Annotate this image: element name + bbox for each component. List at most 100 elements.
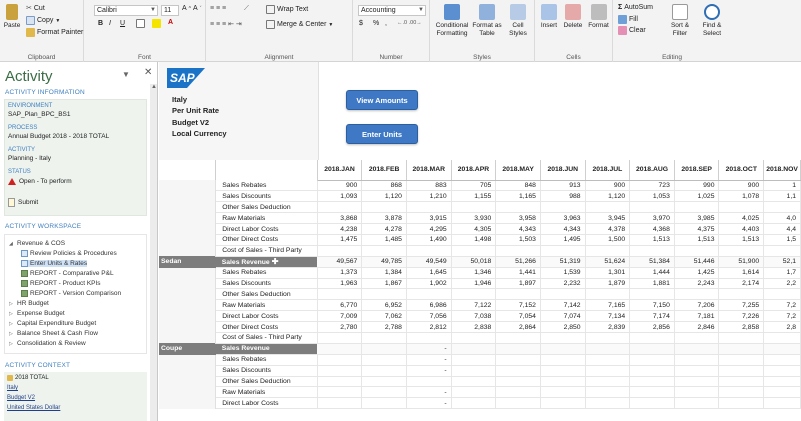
value-cell[interactable]: [317, 201, 363, 214]
value-cell[interactable]: [629, 354, 675, 366]
value-cell[interactable]: [495, 245, 541, 257]
column-header[interactable]: 2018.MAY: [495, 160, 541, 181]
value-cell[interactable]: [451, 397, 497, 410]
value-cell[interactable]: -: [406, 365, 452, 377]
value-cell[interactable]: 1,120: [361, 190, 407, 203]
value-cell[interactable]: 3,963: [540, 212, 586, 225]
value-cell[interactable]: [317, 397, 363, 410]
value-cell[interactable]: 1,053: [629, 190, 675, 203]
column-header[interactable]: 2018.JUL: [585, 160, 631, 181]
value-cell[interactable]: [361, 386, 407, 399]
value-cell[interactable]: 900: [317, 180, 363, 192]
value-cell[interactable]: 2,812: [406, 321, 452, 333]
value-cell[interactable]: 2,856: [629, 321, 675, 333]
value-cell[interactable]: -: [406, 386, 452, 399]
decimal-icon[interactable]: ←.0 .00→: [397, 20, 422, 26]
value-cell[interactable]: 1,879: [585, 278, 631, 290]
value-cell[interactable]: 4,403: [718, 223, 765, 235]
value-cell[interactable]: 1,346: [451, 267, 497, 279]
workspace-tree-item[interactable]: ▷ HR Budget: [9, 300, 49, 307]
column-header[interactable]: 2018.OCT: [718, 160, 765, 181]
underline-button[interactable]: U: [120, 20, 125, 27]
value-cell[interactable]: [495, 201, 541, 214]
value-cell[interactable]: 7,174: [629, 310, 675, 323]
value-cell[interactable]: 1,500: [585, 234, 631, 246]
value-cell[interactable]: 51,446: [674, 256, 720, 268]
value-cell[interactable]: 1,503: [495, 234, 541, 246]
value-cell[interactable]: [361, 354, 407, 366]
value-cell[interactable]: [406, 288, 452, 301]
value-cell[interactable]: 4,238: [317, 223, 363, 235]
value-cell[interactable]: 2,864: [495, 321, 541, 333]
align-left-icon[interactable]: ≡ ≡ ≡ ⇤ ⇥: [210, 20, 242, 28]
value-cell[interactable]: 7,122: [451, 299, 497, 312]
value-cell[interactable]: [317, 288, 363, 301]
column-header[interactable]: 2018.MAR: [406, 160, 452, 181]
value-cell[interactable]: 1,078: [718, 190, 765, 203]
value-cell[interactable]: 7,054: [495, 310, 541, 323]
value-cell[interactable]: 2,839: [585, 321, 631, 333]
value-cell[interactable]: 1,384: [361, 267, 407, 279]
value-cell[interactable]: [540, 386, 586, 399]
paste-button[interactable]: Paste: [3, 4, 21, 30]
value-cell[interactable]: 51,319: [540, 256, 586, 268]
value-cell[interactable]: [718, 386, 765, 399]
value-cell[interactable]: 2,838: [451, 321, 497, 333]
value-cell[interactable]: [451, 343, 497, 355]
workspace-tree-item[interactable]: ◢ Revenue & COS: [9, 240, 65, 247]
value-cell[interactable]: [585, 365, 631, 377]
value-cell[interactable]: [495, 343, 541, 355]
merge-center-button[interactable]: Merge & Center ▼: [266, 20, 333, 29]
copy-button[interactable]: Copy ▼: [26, 16, 60, 25]
value-cell[interactable]: 1,946: [451, 278, 497, 290]
value-cell[interactable]: 7,074: [540, 310, 586, 323]
value-cell[interactable]: 7,2: [763, 299, 801, 312]
format-button[interactable]: Format: [586, 4, 611, 30]
value-cell[interactable]: [451, 288, 497, 301]
cut-button[interactable]: ✂ Cut: [26, 4, 45, 13]
value-cell[interactable]: [495, 332, 541, 344]
value-cell[interactable]: 1,444: [629, 267, 675, 279]
value-cell[interactable]: 1,155: [451, 190, 497, 203]
value-cell[interactable]: [585, 332, 631, 344]
value-cell[interactable]: [585, 245, 631, 257]
value-cell[interactable]: [585, 397, 631, 410]
italic-button[interactable]: I: [109, 20, 111, 27]
value-cell[interactable]: 1,513: [674, 234, 720, 246]
value-cell[interactable]: 4,025: [718, 212, 765, 225]
value-cell[interactable]: [629, 332, 675, 344]
value-cell[interactable]: [317, 376, 363, 388]
value-cell[interactable]: 7,062: [361, 310, 407, 323]
value-cell[interactable]: [585, 376, 631, 388]
value-cell[interactable]: [540, 245, 586, 257]
value-cell[interactable]: 1,210: [406, 190, 452, 203]
value-cell[interactable]: [718, 201, 765, 214]
value-cell[interactable]: [317, 245, 363, 257]
value-cell[interactable]: [585, 288, 631, 301]
close-icon[interactable]: ✕: [144, 67, 152, 78]
pane-scrollbar[interactable]: ▲: [150, 84, 157, 421]
value-cell[interactable]: 1,301: [585, 267, 631, 279]
value-cell[interactable]: [674, 397, 720, 410]
value-cell[interactable]: [629, 245, 675, 257]
value-cell[interactable]: 1,645: [406, 267, 452, 279]
value-cell[interactable]: 900: [585, 180, 631, 192]
workspace-tree-item[interactable]: ▷ Capital Expenditure Budget: [9, 320, 96, 327]
value-cell[interactable]: 7,152: [495, 299, 541, 312]
format-painter-button[interactable]: Format Painter: [26, 28, 83, 37]
value-cell[interactable]: 2,2: [763, 278, 801, 290]
value-cell[interactable]: 883: [406, 180, 452, 192]
value-cell[interactable]: [674, 288, 720, 301]
value-cell[interactable]: [451, 386, 497, 399]
value-cell[interactable]: [763, 343, 801, 355]
value-cell[interactable]: 49,785: [361, 256, 407, 268]
value-cell[interactable]: 705: [451, 180, 497, 192]
value-cell[interactable]: 4,4: [763, 223, 801, 235]
value-cell[interactable]: [361, 201, 407, 214]
value-cell[interactable]: 1,897: [495, 278, 541, 290]
format-as-table-button[interactable]: Format as Table: [472, 4, 502, 38]
value-cell[interactable]: 2,846: [674, 321, 720, 333]
value-cell[interactable]: 6,952: [361, 299, 407, 312]
scroll-up-icon[interactable]: ▲: [151, 84, 157, 90]
value-cell[interactable]: 1,165: [495, 190, 541, 203]
